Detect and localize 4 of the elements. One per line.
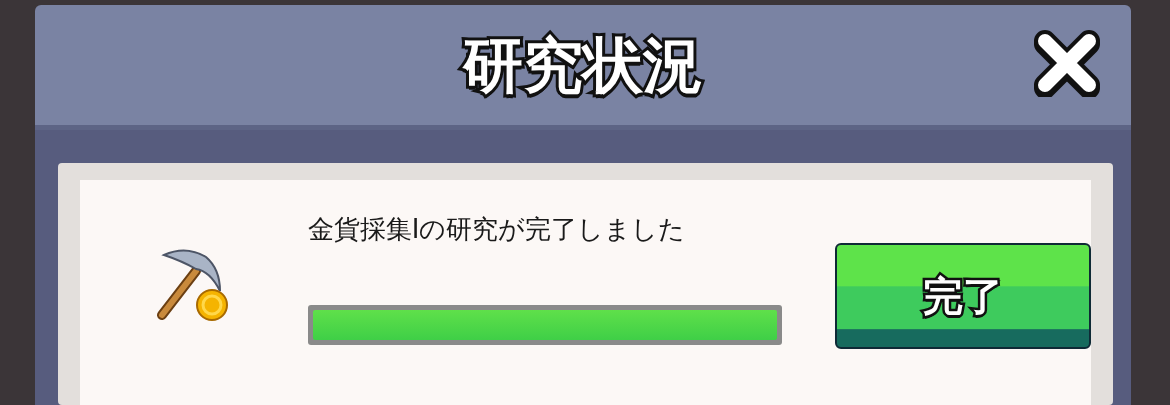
- close-icon[interactable]: [1033, 29, 1101, 97]
- dialog-title: 研究状況: [463, 35, 703, 95]
- complete-button[interactable]: 完了: [835, 243, 1091, 349]
- research-message: 金貨採集Iの研究が完了しました: [307, 213, 687, 246]
